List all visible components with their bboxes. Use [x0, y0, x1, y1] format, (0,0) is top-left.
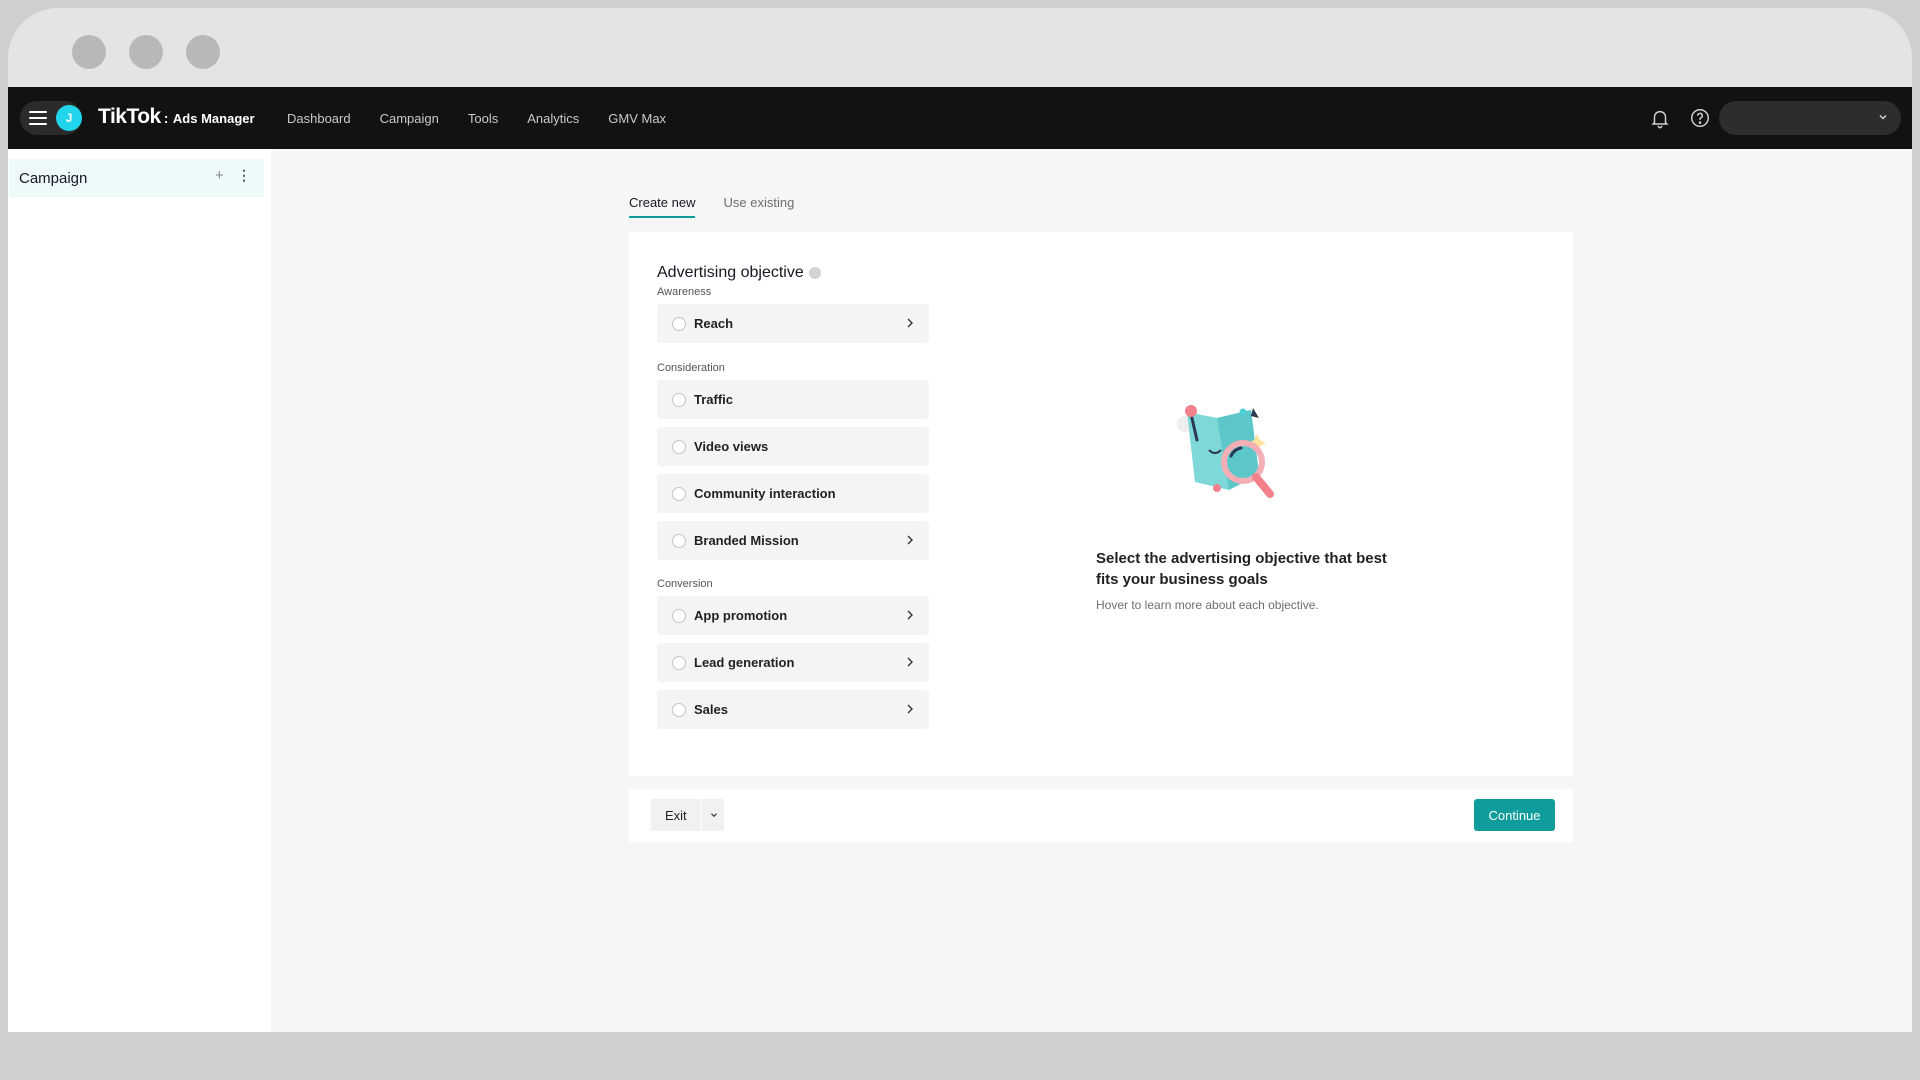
hamburger-menu-icon[interactable]	[29, 109, 47, 127]
option-label: App promotion	[694, 608, 788, 623]
main-content: Create new Use existing Advertising obje…	[271, 149, 1912, 1032]
option-label: Lead generation	[694, 655, 795, 670]
continue-button[interactable]: Continue	[1474, 799, 1555, 831]
sidebar-item-label: Campaign	[19, 169, 88, 187]
radio-button[interactable]	[672, 316, 686, 331]
chevron-right-icon	[907, 704, 913, 714]
hint-subtitle: Hover to learn more about each objective…	[1096, 598, 1319, 612]
chevron-right-icon	[907, 657, 913, 667]
objective-option-traffic[interactable]: Traffic	[657, 380, 929, 419]
window-controls	[72, 35, 220, 69]
nav-tools[interactable]: Tools	[468, 111, 498, 126]
chevron-right-icon	[907, 610, 913, 620]
more-vertical-icon[interactable]: ⋮	[237, 167, 251, 184]
nav-campaign[interactable]: Campaign	[380, 111, 439, 126]
footer-bar: Exit Continue	[629, 789, 1573, 842]
option-label: Sales	[694, 702, 728, 717]
radio-button[interactable]	[672, 486, 686, 501]
option-label: Video views	[694, 439, 769, 454]
brand-separator: :	[163, 110, 169, 126]
chevron-right-icon	[907, 318, 913, 328]
radio-button[interactable]	[672, 439, 686, 454]
brand-product: Ads Manager	[172, 111, 255, 126]
radio-button[interactable]	[672, 392, 686, 407]
window-dot[interactable]	[129, 35, 163, 69]
objective-option-video-views[interactable]: Video views	[657, 427, 929, 466]
sidebar: Campaign + ⋮	[8, 149, 271, 1032]
objective-option-app-promotion[interactable]: App promotion	[657, 596, 929, 635]
objective-option-lead-generation[interactable]: Lead generation	[657, 643, 929, 682]
avatar[interactable]: J	[56, 105, 82, 131]
chevron-right-icon	[907, 535, 913, 545]
group-label-awareness: Awareness	[657, 286, 712, 298]
main-nav: Dashboard Campaign Tools Analytics GMV M…	[287, 87, 666, 149]
nav-analytics[interactable]: Analytics	[527, 111, 579, 126]
objective-card: Advertising objective Awareness Reach Co…	[629, 232, 1573, 776]
help-icon[interactable]	[1689, 107, 1711, 129]
option-label: Traffic	[694, 392, 734, 407]
objective-title-text: Advertising objective	[657, 264, 804, 281]
objective-option-reach[interactable]: Reach	[657, 304, 929, 343]
window-dot[interactable]	[72, 35, 106, 69]
option-label: Reach	[694, 316, 734, 331]
radio-button[interactable]	[672, 655, 686, 670]
divider	[700, 799, 702, 831]
objective-option-sales[interactable]: Sales	[657, 690, 929, 729]
tab-use-existing[interactable]: Use existing	[723, 195, 794, 218]
account-selector[interactable]	[1719, 101, 1901, 135]
group-label-conversion: Conversion	[657, 578, 713, 590]
group-label-consideration: Consideration	[657, 362, 725, 374]
map-magnifier-illustration	[1177, 405, 1274, 498]
brand-name: TikTok	[98, 105, 161, 128]
exit-button-group: Exit	[651, 799, 724, 831]
window-dot[interactable]	[186, 35, 220, 69]
option-label: Branded Mission	[694, 533, 799, 548]
nav-dashboard[interactable]: Dashboard	[287, 111, 351, 126]
option-label: Community interaction	[694, 486, 836, 501]
objective-option-community-interaction[interactable]: Community interaction	[657, 474, 929, 513]
chevron-down-icon	[1879, 114, 1887, 120]
tab-create-new[interactable]: Create new	[629, 195, 696, 218]
info-icon[interactable]	[808, 267, 821, 279]
bell-icon[interactable]	[1649, 107, 1671, 129]
objective-title: Advertising objective	[657, 264, 821, 282]
hint-title: Select the advertising objective that be…	[1096, 550, 1387, 588]
exit-button[interactable]: Exit	[651, 808, 701, 823]
browser-frame: J TikTok: Ads Manager Dashboard Campaign…	[0, 0, 1920, 1032]
plus-icon[interactable]: +	[215, 167, 224, 184]
radio-button[interactable]	[672, 533, 686, 548]
radio-button[interactable]	[672, 702, 686, 717]
objective-option-branded-mission[interactable]: Branded Mission	[657, 521, 929, 560]
tab-bar: Create new Use existing	[629, 195, 794, 218]
nav-gmv-max[interactable]: GMV Max	[608, 111, 666, 126]
chevron-down-icon[interactable]	[709, 810, 719, 820]
sidebar-item-campaign[interactable]: Campaign + ⋮	[9, 159, 264, 197]
top-navigation-bar: J TikTok: Ads Manager Dashboard Campaign…	[8, 87, 1912, 149]
radio-button[interactable]	[672, 608, 686, 623]
brand-logo[interactable]: TikTok: Ads Manager	[98, 105, 255, 129]
